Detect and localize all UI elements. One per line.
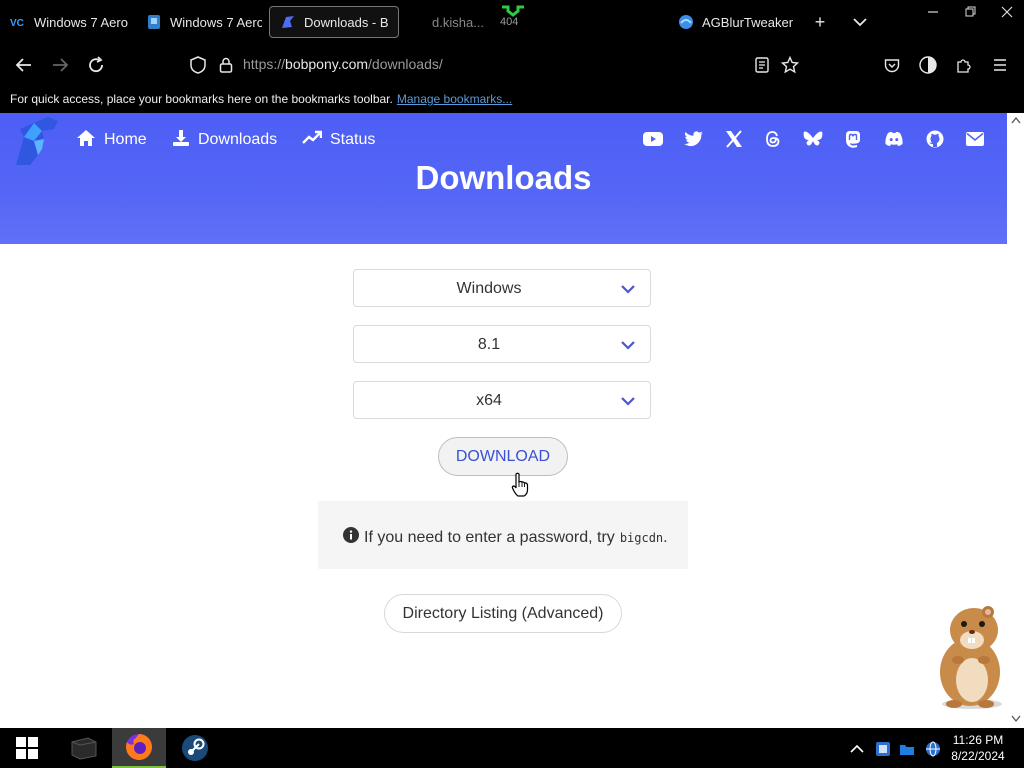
- download-button[interactable]: DOWNLOAD: [438, 437, 568, 476]
- bookmark-star-icon[interactable]: [778, 53, 802, 77]
- tray-folder-icon[interactable]: [898, 740, 916, 758]
- architecture-select[interactable]: x64: [353, 381, 651, 419]
- manage-bookmarks-link[interactable]: Manage bookmarks...: [397, 92, 512, 106]
- url-prefix: https://: [243, 56, 286, 72]
- site-header: Home Downloads Status Downloads: [0, 113, 1007, 244]
- chevron-down-icon: [621, 397, 635, 406]
- nav-downloads-label: Downloads: [198, 131, 278, 148]
- scroll-down-icon[interactable]: [1011, 715, 1021, 723]
- tab-list-chevron-icon[interactable]: [848, 10, 872, 34]
- threads-icon[interactable]: [761, 127, 785, 151]
- tab-label: Windows 7 Aero: [170, 14, 262, 30]
- os-select[interactable]: Windows: [353, 269, 651, 307]
- terminal-app-icon: [71, 737, 97, 760]
- edge-icon: [678, 14, 694, 30]
- url-host: bobpony.com: [285, 56, 369, 72]
- reload-icon[interactable]: [84, 53, 108, 77]
- tray-app-blue-icon[interactable]: [874, 740, 892, 758]
- bluesky-icon[interactable]: [801, 127, 825, 151]
- nav-home[interactable]: Home: [76, 127, 147, 153]
- start-button[interactable]: [0, 728, 54, 768]
- notice-password-code: bigcdn: [619, 530, 664, 545]
- mail-icon[interactable]: [963, 127, 987, 151]
- chevron-down-icon: [621, 341, 635, 350]
- tab-label: Windows 7 Aero: [34, 14, 128, 30]
- reader-view-icon[interactable]: [750, 53, 774, 77]
- forward-arrow-icon[interactable]: [48, 53, 72, 77]
- youtube-icon[interactable]: [641, 127, 665, 151]
- tab-bar: VC Windows 7 Aero Windows 7 Aero Downloa…: [0, 0, 1024, 44]
- download-icon: [172, 129, 190, 152]
- clock-time: 11:26 PM: [952, 733, 1004, 747]
- version-select-value: 8.1: [477, 336, 501, 353]
- taskbar-app-steam[interactable]: [168, 728, 222, 768]
- version-select[interactable]: 8.1: [353, 325, 651, 363]
- clock-date: 8/22/2024: [951, 749, 1005, 763]
- twitter-icon[interactable]: [682, 127, 706, 151]
- notice-end: .: [663, 528, 668, 546]
- bookmarks-message: For quick access, place your bookmarks h…: [10, 92, 393, 106]
- tab-agblurtweaker[interactable]: AGBlurTweaker: [668, 6, 798, 38]
- tab-sub-label: 404: [500, 16, 519, 28]
- nav-home-label: Home: [104, 131, 147, 148]
- x-icon[interactable]: [722, 127, 746, 151]
- close-tab-icon[interactable]: ✕: [397, 14, 398, 31]
- tray-network-globe-icon[interactable]: [924, 740, 942, 758]
- steam-icon: [182, 735, 208, 761]
- navigation-bar: https://bobpony.com/downloads/: [0, 44, 1024, 86]
- tab-label: Downloads - B: [304, 14, 389, 30]
- notice-text: If you need to enter a password, try: [364, 528, 615, 546]
- tracking-shield-icon[interactable]: [186, 53, 210, 77]
- chevron-down-icon: [621, 285, 635, 294]
- tab-label: AGBlurTweaker: [702, 14, 794, 30]
- svg-text:VC: VC: [10, 18, 24, 28]
- tab-windows-7-aero-2[interactable]: Windows 7 Aero: [136, 6, 262, 38]
- show-hidden-icons-chevron-icon[interactable]: [848, 740, 866, 758]
- github-icon[interactable]: [923, 127, 947, 151]
- home-icon: [76, 129, 96, 152]
- back-arrow-icon[interactable]: [12, 53, 36, 77]
- info-circle-icon: [343, 527, 359, 548]
- minimize-icon[interactable]: [914, 0, 952, 24]
- password-notice: If you need to enter a password, try big…: [318, 501, 688, 569]
- vc-icon: VC: [10, 14, 26, 30]
- hand-pointer-cursor-icon: [511, 472, 529, 498]
- close-window-icon[interactable]: [988, 0, 1024, 24]
- taskbar-app-terminal[interactable]: [56, 728, 110, 768]
- nav-downloads[interactable]: Downloads: [172, 127, 277, 153]
- lock-icon[interactable]: [214, 53, 238, 77]
- windows-logo-icon: [16, 737, 38, 759]
- mastodon-icon[interactable]: [841, 127, 865, 151]
- tab-downloads[interactable]: Downloads - B ✕: [269, 6, 399, 38]
- taskbar-app-firefox[interactable]: [112, 728, 166, 768]
- green-indicator-icon: [500, 4, 526, 17]
- tab-windows-7-aero-1[interactable]: VC Windows 7 Aero: [0, 6, 130, 38]
- pocket-icon[interactable]: [880, 53, 904, 77]
- nav-status-label: Status: [330, 131, 376, 148]
- os-select-value: Windows: [456, 280, 522, 297]
- new-tab-icon[interactable]: +: [808, 10, 832, 34]
- taskbar-clock[interactable]: 11:26 PM 8/22/2024: [948, 732, 1008, 764]
- trending-up-icon: [302, 130, 323, 151]
- url-bar[interactable]: https://bobpony.com/downloads/: [243, 56, 443, 72]
- page-title: Downloads: [415, 159, 592, 196]
- hamster-desktop-pet[interactable]: [920, 600, 1012, 712]
- extensions-icon[interactable]: [952, 53, 976, 77]
- firefox-icon: [126, 734, 152, 760]
- menu-hamburger-icon[interactable]: [988, 53, 1012, 77]
- discord-icon[interactable]: [882, 127, 906, 151]
- directory-listing-button[interactable]: Directory Listing (Advanced): [384, 594, 622, 633]
- scroll-up-icon[interactable]: [1011, 116, 1021, 124]
- tab-label: d.kisha...: [432, 14, 485, 30]
- restore-icon[interactable]: [952, 0, 990, 24]
- dark-mode-icon[interactable]: [916, 53, 940, 77]
- url-path: /downloads/: [368, 56, 443, 72]
- bookmarks-toolbar: For quick access, place your bookmarks h…: [0, 86, 1024, 113]
- architecture-select-value: x64: [476, 392, 502, 409]
- shield-bookmark-icon: [146, 14, 162, 30]
- nav-status[interactable]: Status: [302, 127, 375, 153]
- bobpony-logo-icon: [280, 14, 296, 30]
- windows-taskbar: 11:26 PM 8/22/2024: [0, 728, 1024, 768]
